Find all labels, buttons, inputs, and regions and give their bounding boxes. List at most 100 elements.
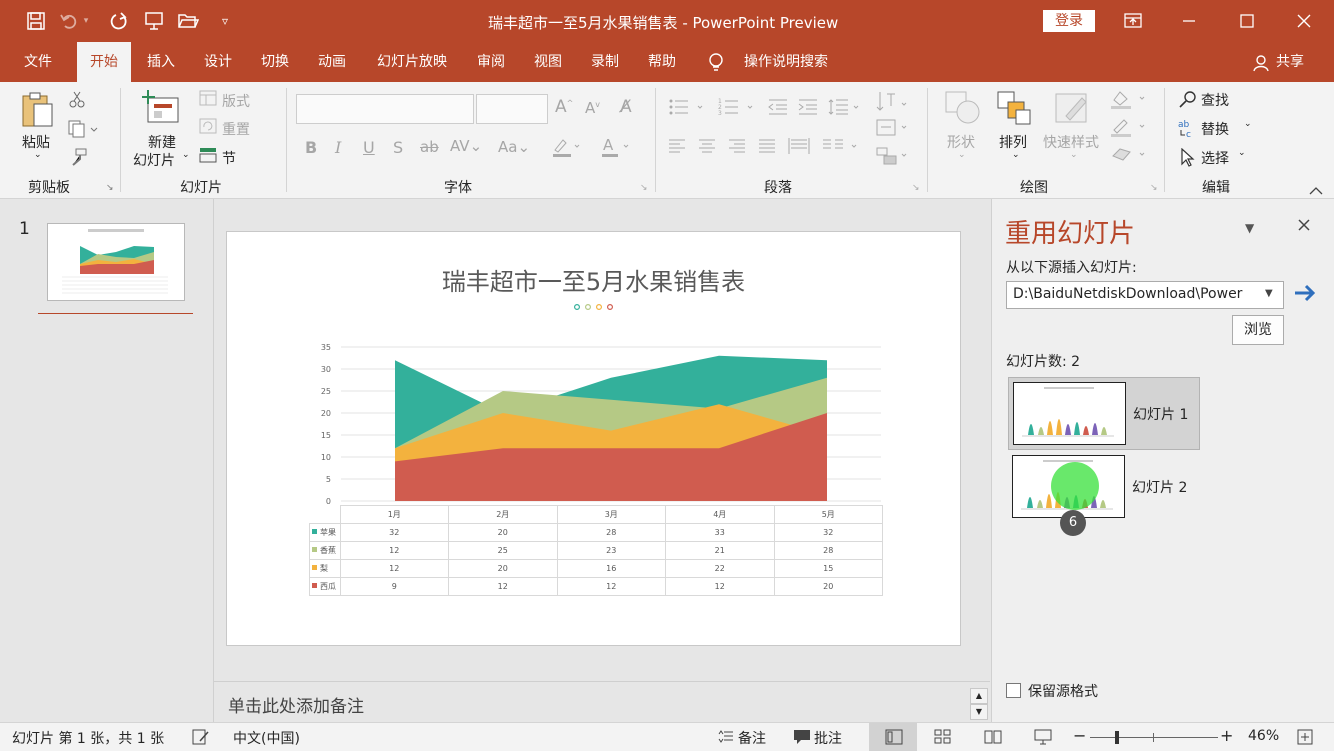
notes-placeholder[interactable]: 单击此处添加备注 [228,692,364,717]
arrange-icon[interactable] [996,90,1034,130]
tab-file[interactable]: 文件 [14,42,62,82]
new-slide-dropdown-icon[interactable]: ⌄ [182,150,190,160]
login-button[interactable]: 登录 [1043,10,1095,32]
paragraph-launcher-icon[interactable]: ↘ [912,183,920,193]
slideshow-icon[interactable] [1034,729,1052,749]
zoom-slider-track[interactable] [1090,737,1218,738]
source-path-combo[interactable]: D:\BaiduNetdiskDownload\Power ▼ [1006,281,1284,309]
replace-icon[interactable]: ab c [1178,118,1198,142]
reset-label[interactable]: 重置 [222,119,250,139]
quick-styles-label[interactable]: 快速样式 [1043,132,1099,152]
bullets-icon[interactable] [668,98,708,120]
customize-toolbar-icon[interactable]: ▿ [214,10,236,32]
slide-canvas[interactable]: 瑞丰超市一至5月水果销售表 0 5 10 15 20 25 30 35 1月 2月 3月 4月 5月苹… [226,231,961,646]
notes-pane[interactable]: 单击此处添加备注 ▲ ▼ [214,681,990,723]
new-slide-icon[interactable] [141,90,182,130]
select-cursor-icon[interactable] [1180,147,1196,172]
section-label[interactable]: 节 [222,148,236,168]
find-icon[interactable] [1178,90,1198,114]
tab-home[interactable]: 开始 [77,42,131,82]
reuse-slide-item-1[interactable]: 幻灯片 1 [1008,377,1200,450]
font-launcher-icon[interactable]: ↘ [640,183,648,193]
change-case-icon[interactable]: Aa⌄ [498,138,530,156]
zoom-in-icon[interactable]: + [1220,726,1233,745]
align-text-icon[interactable] [876,118,912,142]
smartart-icon[interactable] [876,146,912,170]
find-label[interactable]: 查找 [1201,90,1229,110]
select-label[interactable]: 选择 [1201,148,1229,168]
paste-label[interactable]: 粘贴 [22,132,50,152]
shape-outline-icon[interactable] [1110,116,1150,142]
clipboard-launcher-icon[interactable]: ↘ [106,183,114,193]
highlight-icon[interactable] [551,136,581,162]
cut-icon[interactable] [68,90,86,112]
new-slide-label-2[interactable]: 幻灯片 [133,150,175,170]
comments-icon[interactable] [793,729,811,749]
layout-label[interactable]: 版式 [222,91,250,111]
notes-icon[interactable] [718,730,734,748]
area-chart[interactable]: 0 5 10 15 20 25 30 35 [307,337,887,505]
drawing-launcher-icon[interactable]: ↘ [1150,183,1158,193]
format-painter-icon[interactable] [68,148,88,170]
shapes-icon[interactable] [944,90,982,130]
bold-icon[interactable]: B [305,138,317,157]
spelling-icon[interactable] [192,729,210,749]
new-slide-label-1[interactable]: 新建 [148,132,176,152]
tab-design[interactable]: 设计 [195,42,241,82]
paste-icon[interactable] [20,90,56,134]
reset-icon[interactable] [199,118,217,138]
tab-review[interactable]: 审阅 [468,42,514,82]
browse-button[interactable]: 浏览 [1232,315,1284,345]
close-pane-icon[interactable] [1297,217,1311,236]
strikethrough-icon[interactable]: ab [420,138,439,156]
maximize-icon[interactable] [1224,0,1270,42]
slide-sorter-icon[interactable] [934,729,952,749]
notes-scroll-up-icon[interactable]: ▲ [970,688,988,704]
align-left-icon[interactable] [668,138,686,158]
save-icon[interactable] [25,10,47,32]
arrange-label[interactable]: 排列 [999,132,1027,152]
clear-format-icon[interactable]: A̸ [620,97,632,117]
keep-format-checkbox[interactable] [1006,683,1021,698]
underline-icon[interactable]: U [363,138,375,157]
decrease-indent-icon[interactable] [768,98,788,120]
presenter-icon[interactable] [143,10,165,32]
replace-dropdown-icon[interactable]: ⌄ [1244,119,1252,129]
notes-scroll-down-icon[interactable]: ▼ [970,704,988,720]
distributed-icon[interactable] [788,136,810,160]
zoom-out-icon[interactable]: − [1073,726,1086,745]
zoom-level[interactable]: 46% [1248,728,1279,744]
italic-icon[interactable]: I [335,138,341,157]
minimize-icon[interactable] [1166,0,1212,42]
increase-indent-icon[interactable] [798,98,818,120]
tab-view[interactable]: 视图 [525,42,571,82]
font-color-icon[interactable]: A [600,136,630,162]
font-name-combo[interactable] [296,94,474,124]
section-icon[interactable] [199,147,217,167]
redo-icon[interactable] [108,10,130,32]
align-right-icon[interactable] [728,138,746,158]
justify-icon[interactable] [758,138,776,158]
paste-dropdown-icon[interactable]: ⌄ [34,150,42,160]
undo-dropdown-icon[interactable]: ▾ [80,10,92,32]
arrange-dropdown-icon[interactable]: ⌄ [1012,150,1020,160]
layout-icon[interactable] [199,90,217,110]
fit-to-window-icon[interactable] [1297,729,1313,749]
language[interactable]: 中文(中国) [233,728,300,748]
open-folder-icon[interactable] [177,10,199,32]
reading-view-icon[interactable] [984,729,1002,749]
go-arrow-icon[interactable] [1292,281,1318,309]
shadow-icon[interactable]: S [393,138,403,157]
numbering-icon[interactable]: 123 [718,98,758,120]
source-dropdown-icon[interactable]: ▼ [1265,288,1273,299]
shapes-label[interactable]: 形状 [947,132,975,152]
line-spacing-icon[interactable] [828,98,864,120]
columns-icon[interactable] [822,136,862,160]
tab-animations[interactable]: 动画 [309,42,355,82]
font-size-combo[interactable] [476,94,548,124]
align-center-icon[interactable] [698,138,716,158]
shapes-dropdown-icon[interactable]: ⌄ [958,150,966,160]
replace-label[interactable]: 替换 [1201,119,1229,139]
zoom-slider-thumb[interactable] [1115,731,1119,744]
tab-transitions[interactable]: 切换 [252,42,298,82]
